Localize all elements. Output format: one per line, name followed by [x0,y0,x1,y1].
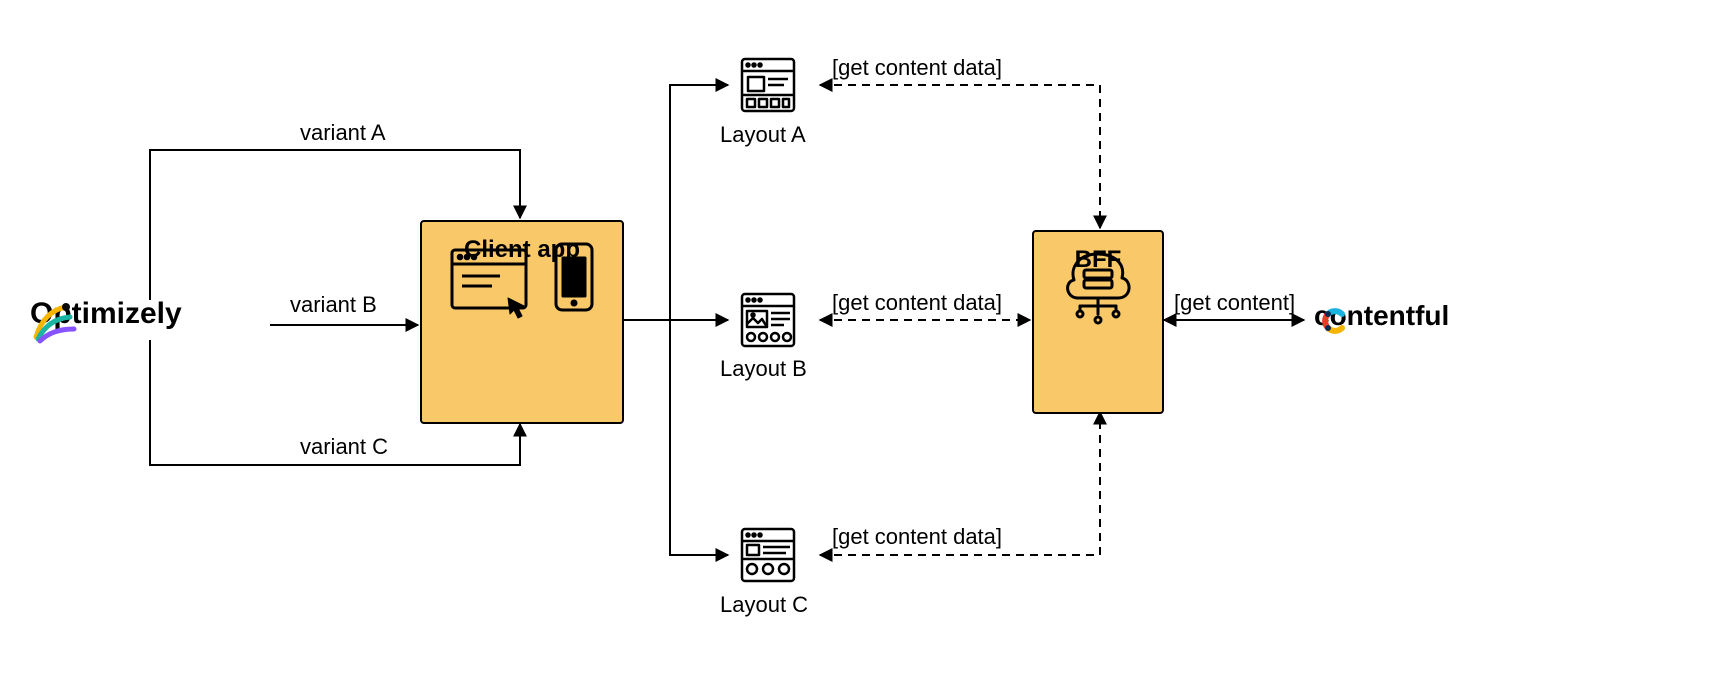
optimizely-logo: Optimizely [30,297,182,331]
contentful-logo: contentful [1314,300,1449,332]
contentful-icon [1314,300,1354,340]
layout-a-label: Layout A [720,122,806,148]
get-content-data-a-label: [get content data] [832,55,1002,81]
get-content-data-c-label: [get content data] [832,524,1002,550]
optimizely-icon [30,297,78,345]
layout-b-label: Layout B [720,356,807,382]
layout-c-label: Layout C [720,592,808,618]
variant-b-label: variant B [290,292,377,318]
bff-node: BFF [1032,230,1164,414]
variant-a-label: variant A [300,120,386,146]
get-content-label: [get content] [1174,290,1295,316]
diagram-connectors [0,0,1732,678]
client-app-node: Client app [420,220,624,424]
variant-c-label: variant C [300,434,388,460]
get-content-data-b-label: [get content data] [832,290,1002,316]
